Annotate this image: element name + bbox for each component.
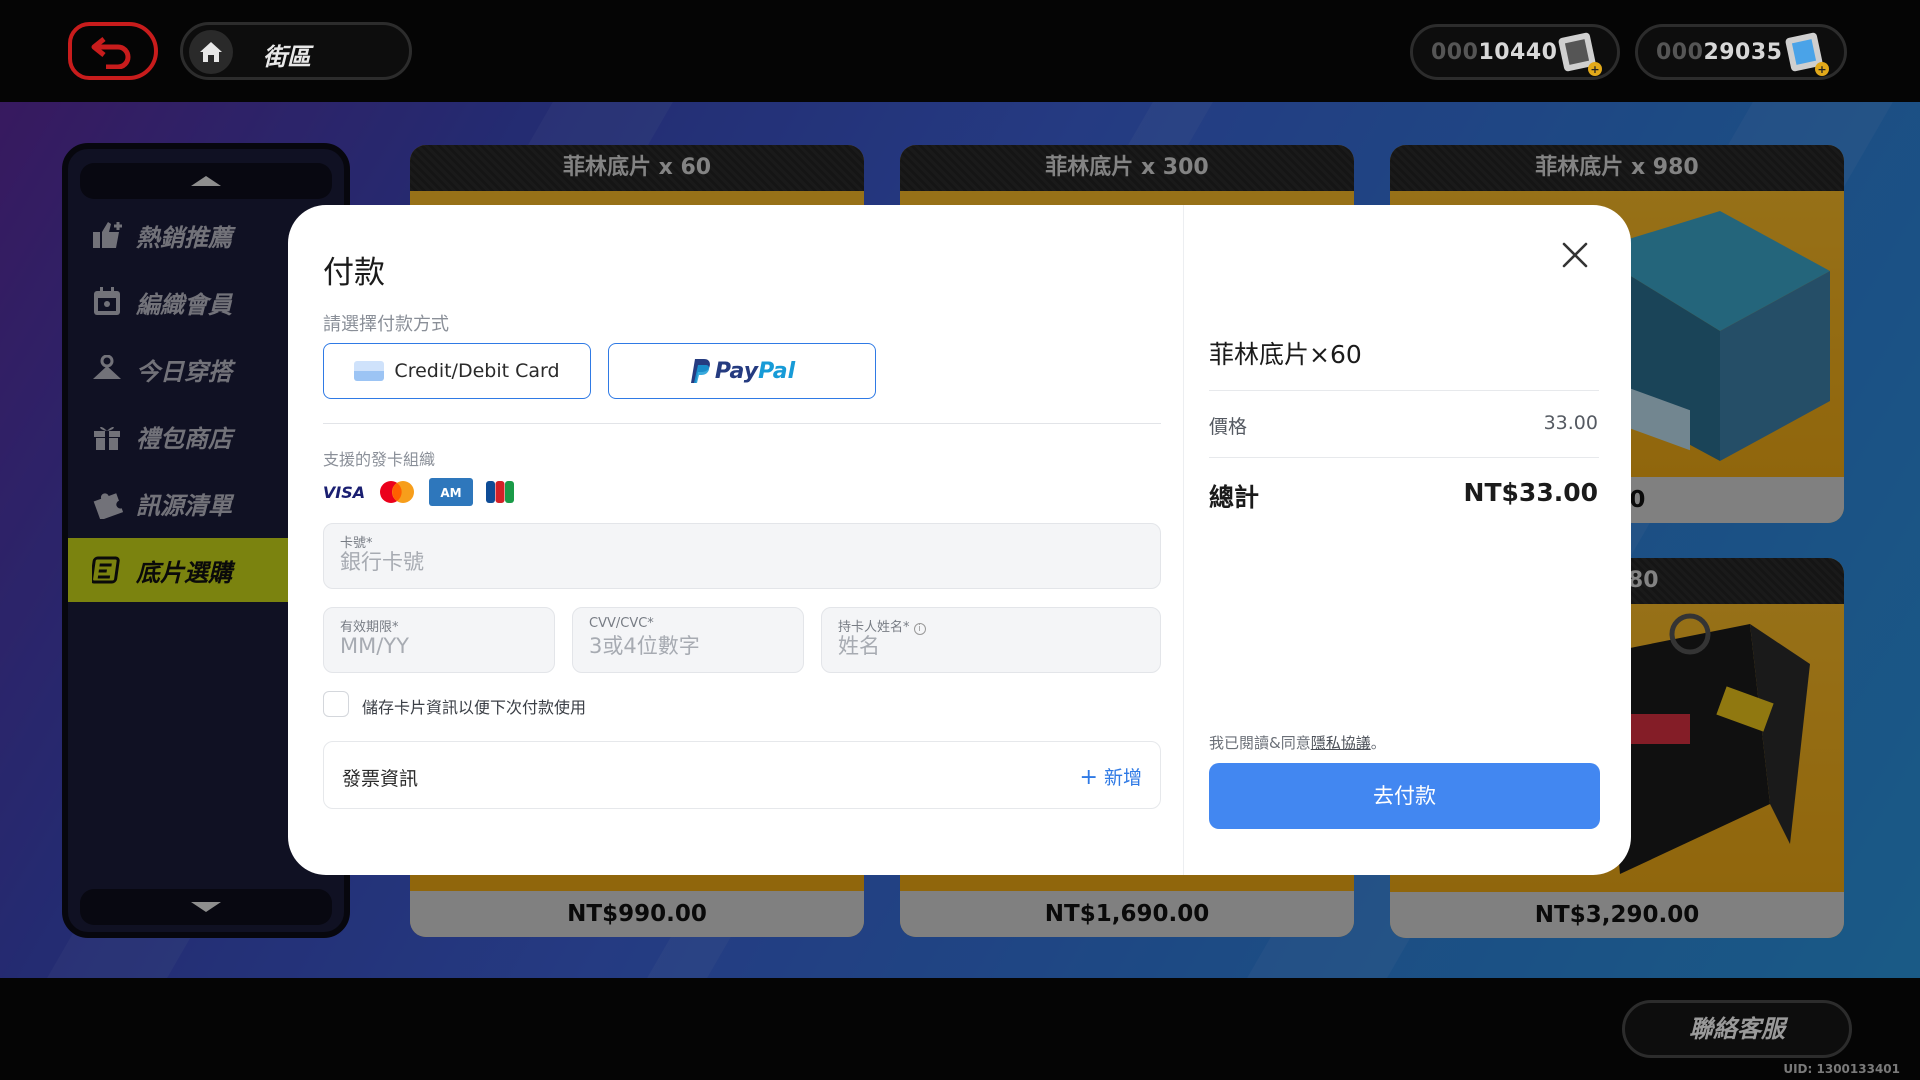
total-value: NT$33.00 — [1463, 478, 1598, 507]
gem-currency-counter[interactable]: 00029035 + — [1635, 24, 1847, 80]
paypal-word-pay: Pay — [714, 358, 759, 384]
expiry-input[interactable] — [340, 634, 538, 658]
payment-method-prompt: 請選擇付款方式 — [323, 314, 449, 335]
district-button[interactable]: 街區 — [180, 22, 412, 80]
agreement-suffix: 。 — [1370, 734, 1386, 752]
cvv-label: CVV/CVC* — [589, 616, 654, 631]
agreement-prefix: 我已閱讀&同意 — [1209, 734, 1311, 752]
back-arrow-icon — [91, 37, 131, 69]
amex-icon: AM — [429, 478, 473, 506]
cardholder-label: 持卡人姓名* — [838, 620, 910, 635]
film-ticket-icon: + — [1558, 32, 1602, 76]
supported-networks-label: 支援的發卡組織 — [323, 450, 436, 469]
svg-text:+: + — [1817, 63, 1826, 76]
add-invoice-button[interactable]: + 新增 — [1080, 763, 1142, 790]
close-icon[interactable] — [1559, 239, 1591, 271]
go-pay-button[interactable]: 去付款 — [1209, 763, 1600, 829]
plus-icon: + — [1079, 765, 1098, 790]
privacy-policy-link[interactable]: 隱私協議 — [1311, 734, 1371, 752]
summary-product-name: 菲林底片×60 — [1209, 340, 1362, 369]
add-invoice-label: 新增 — [1103, 767, 1142, 789]
modal-title: 付款 — [323, 255, 385, 291]
paypal-method-button[interactable]: PayPal — [608, 343, 876, 399]
price-value: 33.00 — [1543, 412, 1598, 434]
save-card-checkbox[interactable] — [323, 691, 349, 717]
order-summary: 菲林底片×60 價格 33.00 總計 NT$33.00 我已閱讀&同意隱私協議… — [1183, 205, 1631, 875]
payment-form: 付款 請選擇付款方式 Credit/Debit Card PayPal 支援的發… — [288, 205, 1183, 875]
paypal-icon — [690, 359, 710, 383]
agreement-text: 我已閱讀&同意隱私協議。 — [1209, 732, 1386, 753]
back-button[interactable] — [68, 22, 158, 80]
currency-value: 29035 — [1703, 40, 1783, 65]
paypal-word-pal: Pal — [758, 358, 796, 384]
credit-card-icon — [354, 361, 385, 381]
credit-card-method-label: Credit/Debit Card — [394, 360, 560, 382]
user-id-label: UID: 1300133401 — [1783, 1062, 1900, 1076]
total-label: 總計 — [1209, 483, 1260, 512]
card-number-field[interactable]: 卡號* — [323, 523, 1161, 589]
contact-support-button[interactable]: 聯絡客服 — [1622, 1000, 1852, 1058]
cvv-input[interactable] — [589, 634, 787, 658]
currency-value: 10440 — [1478, 40, 1558, 65]
mastercard-icon — [377, 478, 417, 506]
color-ticket-icon: + — [1785, 32, 1829, 76]
invoice-section: 發票資訊 + 新增 — [323, 741, 1161, 809]
cardholder-input[interactable] — [838, 634, 1144, 658]
invoice-label: 發票資訊 — [342, 768, 419, 790]
save-card-label: 儲存卡片資訊以便下次付款使用 — [362, 698, 587, 717]
cvv-field[interactable]: CVV/CVC* — [572, 607, 804, 673]
svg-text:VISA: VISA — [323, 483, 365, 502]
expiry-field[interactable]: 有效期限* — [323, 607, 555, 673]
card-brand-list: VISA AM — [323, 478, 527, 506]
district-label: 街區 — [263, 43, 311, 71]
price-label: 價格 — [1209, 416, 1248, 438]
summary-divider — [1209, 390, 1599, 391]
top-bar: 街區 00010440 + 00029035 + — [0, 0, 1920, 102]
jcb-icon — [485, 478, 515, 506]
credit-card-method-button[interactable]: Credit/Debit Card — [323, 343, 591, 399]
card-number-label: 卡號* — [340, 536, 373, 551]
svg-text:+: + — [1590, 63, 1599, 76]
film-currency-counter[interactable]: 00010440 + — [1410, 24, 1620, 80]
currency-prefix: 000 — [1656, 40, 1704, 65]
section-divider — [323, 423, 1161, 424]
summary-divider — [1209, 457, 1599, 458]
visa-icon: VISA — [323, 478, 365, 506]
payment-modal: 付款 請選擇付款方式 Credit/Debit Card PayPal 支援的發… — [288, 205, 1631, 875]
home-icon — [189, 30, 233, 74]
cardholder-field[interactable]: 持卡人姓名* i — [821, 607, 1161, 673]
svg-text:AM: AM — [440, 486, 461, 500]
expiry-label: 有效期限* — [340, 620, 399, 635]
currency-prefix: 000 — [1431, 40, 1479, 65]
card-number-input[interactable] — [340, 550, 1144, 574]
